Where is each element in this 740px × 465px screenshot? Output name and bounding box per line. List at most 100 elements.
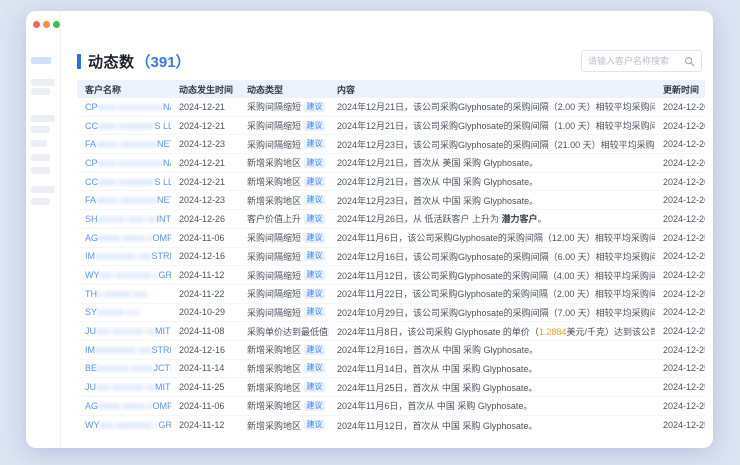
customer-name-suffix: S LLC bbox=[155, 121, 171, 131]
customer-name-link[interactable]: IMxxxxxxxxx xxxSTRIA... bbox=[77, 251, 171, 261]
sidebar-item-placeholder[interactable] bbox=[31, 186, 55, 193]
suggestion-badge[interactable]: 建议 bbox=[304, 158, 325, 168]
sidebar-item-placeholder[interactable] bbox=[31, 88, 50, 95]
table-row[interactable]: WYxxx xxxxxxxx xGRIC ...2024-11-12新增采购地区… bbox=[77, 416, 705, 435]
event-type-cell: 采购间隔缩短建议 bbox=[239, 231, 329, 244]
event-content: 2024年12月23日，首次从 中国 采购 Glyphosate。 bbox=[329, 194, 655, 207]
sidebar-item-placeholder[interactable] bbox=[31, 167, 50, 174]
sidebar-item-placeholder-active[interactable] bbox=[31, 57, 51, 64]
suggestion-badge[interactable]: 建议 bbox=[304, 121, 325, 131]
customer-name-masked: xxx xxxxxxx xx bbox=[96, 326, 155, 336]
search-input[interactable] bbox=[588, 56, 684, 66]
update-date: 2024-12-26 bbox=[655, 158, 705, 168]
update-date: 2024-12-25 bbox=[655, 289, 705, 299]
suggestion-badge[interactable]: 建议 bbox=[304, 382, 325, 392]
table-header-row: 客户名称 动态发生时间 动态类型 内容 更新时间 bbox=[77, 80, 705, 98]
table-row[interactable]: CCxxxx xxxxxxxxS LLC2024-12-21采购间隔缩短建议20… bbox=[77, 117, 705, 136]
sidebar-item-placeholder[interactable] bbox=[31, 115, 55, 122]
customer-name-link[interactable]: WYxxx xxxxxxxx xGRIC ... bbox=[77, 420, 171, 430]
suggestion-badge[interactable]: 建议 bbox=[304, 307, 325, 317]
event-content: 2024年11月12日，首次从 中国 采购 Glyphosate。 bbox=[329, 419, 655, 432]
table-row[interactable]: SYxxxxxx x.x.2024-10-29采购间隔缩短建议2024年10月2… bbox=[77, 304, 705, 323]
table-row[interactable]: AGxxxxx xxxxx xOMPA...2024-11-06采购间隔缩短建议… bbox=[77, 229, 705, 248]
search-box[interactable] bbox=[581, 50, 702, 72]
event-type-label: 采购间隔缩短 bbox=[247, 250, 301, 263]
customer-name-link[interactable]: SHxxxxxx xxxx xxINTER... bbox=[77, 214, 171, 224]
table-row[interactable]: CCxxxx xxxxxxxxS LLC2024-12-21新增采购地区建议20… bbox=[77, 173, 705, 192]
customer-name-link[interactable]: CCxxxx xxxxxxxxS LLC bbox=[77, 177, 171, 187]
suggestion-badge[interactable]: 建议 bbox=[304, 270, 325, 280]
customer-name-prefix: SY bbox=[85, 307, 97, 317]
suggestion-badge[interactable]: 建议 bbox=[304, 420, 325, 430]
table-row[interactable]: THx xxxxxx xxx2024-11-22采购间隔缩短建议2024年11月… bbox=[77, 285, 705, 304]
content-text: 2024年12月23日，首次从 中国 采购 Glyphosate。 bbox=[337, 196, 538, 206]
table-row[interactable]: IMxxxxxxxxx xxxSTRIA...2024-12-16新增采购地区建… bbox=[77, 341, 705, 360]
column-header-content: 内容 bbox=[329, 83, 655, 96]
page-title: 动态数 bbox=[88, 51, 135, 72]
table-row[interactable]: IMxxxxxxxxx xxxSTRIA...2024-12-16采购间隔缩短建… bbox=[77, 248, 705, 267]
customer-name-masked: xxxx xxxxxxxx bbox=[98, 121, 155, 131]
event-type-label: 新增采购地区 bbox=[247, 343, 301, 356]
event-date: 2024-12-21 bbox=[171, 102, 239, 112]
dynamics-table: 客户名称 动态发生时间 动态类型 内容 更新时间 CPxxxx xxxxxxxx… bbox=[77, 80, 705, 444]
event-type-cell: 新增采购地区建议 bbox=[239, 362, 329, 375]
table-row[interactable]: BExxxxxxx xxxxxJCTIO...2024-11-14新增采购地区建… bbox=[77, 360, 705, 379]
customer-name-link[interactable]: AGxxxxx xxxxx xOMPA... bbox=[77, 233, 171, 243]
suggestion-badge[interactable]: 建议 bbox=[304, 345, 325, 355]
customer-name-link[interactable]: BExxxxxxx xxxxxJCTIO... bbox=[77, 363, 171, 373]
table-row[interactable]: AGxxxxx xxxxx xOMPA...2024-11-06新增采购地区建议… bbox=[77, 397, 705, 416]
update-date: 2024-12-26 bbox=[655, 195, 705, 205]
customer-name-suffix: STRIA... bbox=[152, 345, 171, 355]
customer-name-link[interactable]: JUxxx xxxxxxx xxMITED bbox=[77, 382, 171, 392]
event-type-label: 采购间隔缩短 bbox=[247, 231, 301, 244]
sidebar-item-placeholder[interactable] bbox=[31, 126, 50, 133]
customer-name-link[interactable]: FAxxxxx xxxxxxxxNET... bbox=[77, 195, 171, 205]
event-type-label: 新增采购地区 bbox=[247, 156, 301, 169]
customer-name-link[interactable]: FAxxxxx xxxxxxxxNET... bbox=[77, 139, 171, 149]
customer-name-link[interactable]: AGxxxxx xxxxx xOMPA... bbox=[77, 401, 171, 411]
table-row[interactable]: JUxxx xxxxxxx xxMITED2024-11-25新增采购地区建议2… bbox=[77, 378, 705, 397]
search-icon[interactable] bbox=[684, 56, 695, 67]
customer-name-link[interactable]: JUxxx xxxxxxx xxMITED bbox=[77, 326, 171, 336]
customer-name-link[interactable]: CPxxxx xxxxxxxxxxNAL L... bbox=[77, 102, 171, 112]
content-text: 2024年12月21日，该公司采购Glyphosate的采购间隔（2.00 天）… bbox=[337, 102, 655, 112]
event-type-cell: 采购间隔缩短建议 bbox=[239, 306, 329, 319]
sidebar-item-placeholder[interactable] bbox=[31, 79, 55, 86]
customer-name-link[interactable]: WYxxx xxxxxxxx xGRIC ... bbox=[77, 270, 171, 280]
suggestion-badge[interactable]: 建议 bbox=[304, 195, 325, 205]
suggestion-badge[interactable]: 建议 bbox=[304, 401, 325, 411]
customer-name-link[interactable]: CPxxxx xxxxxxxxxxNAL L... bbox=[77, 158, 171, 168]
suggestion-badge[interactable]: 建议 bbox=[304, 289, 325, 299]
customer-name-link[interactable]: CCxxxx xxxxxxxxS LLC bbox=[77, 121, 171, 131]
customer-name-link[interactable]: THx xxxxxx xxx bbox=[77, 289, 171, 299]
table-row[interactable]: JUxxx xxxxxxx xxMITED2024-11-08采购单价达到最低值… bbox=[77, 322, 705, 341]
customer-name-suffix: NET... bbox=[157, 139, 171, 149]
customer-name-suffix: INTER... bbox=[157, 214, 171, 224]
suggestion-badge[interactable]: 建议 bbox=[304, 363, 325, 373]
table-row[interactable]: FAxxxxx xxxxxxxxNET...2024-12-23采购间隔缩短建议… bbox=[77, 135, 705, 154]
suggestion-badge[interactable]: 建议 bbox=[304, 233, 325, 243]
suggestion-badge[interactable]: 建议 bbox=[304, 251, 325, 261]
suggestion-badge[interactable]: 建议 bbox=[304, 177, 325, 187]
event-type-label: 采购间隔缩短 bbox=[247, 100, 301, 113]
suggestion-badge[interactable]: 建议 bbox=[304, 214, 325, 224]
customer-name-masked: xxx xxxxxxxx x bbox=[100, 270, 159, 280]
table-row[interactable]: WYxxx xxxxxxxx xGRIC ...2024-11-12采购间隔缩短… bbox=[77, 266, 705, 285]
sidebar-item-placeholder[interactable] bbox=[31, 198, 50, 205]
table-row[interactable]: SHxxxxxx xxxx xxINTER...2024-12-26客户价值上升… bbox=[77, 210, 705, 229]
customer-name-link[interactable]: SYxxxxxx x.x. bbox=[77, 307, 171, 317]
event-type-cell: 新增采购地区建议 bbox=[239, 381, 329, 394]
table-row[interactable]: FAxxxxx xxxxxxxxNET...2024-12-23新增采购地区建议… bbox=[77, 191, 705, 210]
suggestion-badge[interactable]: 建议 bbox=[304, 139, 325, 149]
event-type-cell: 采购间隔缩短建议 bbox=[239, 269, 329, 282]
table-row[interactable]: CPxxxx xxxxxxxxxxNAL L...2024-12-21 采购间隔缩… bbox=[77, 98, 705, 117]
suggestion-badge[interactable]: 建议 bbox=[304, 102, 325, 112]
event-type-cell: 新增采购地区建议 bbox=[239, 419, 329, 432]
customer-name-link[interactable]: IMxxxxxxxxx xxxSTRIA... bbox=[77, 345, 171, 355]
event-type-cell: 新增采购地区建议 bbox=[239, 399, 329, 412]
event-type-label: 新增采购地区 bbox=[247, 362, 301, 375]
sidebar-item-placeholder[interactable] bbox=[31, 140, 47, 147]
table-row[interactable]: CPxxxx xxxxxxxxxxNAL L...2024-12-21新增采购地… bbox=[77, 154, 705, 173]
sidebar-item-placeholder[interactable] bbox=[31, 154, 50, 161]
content-text: 美元/千克）达到该公司历史最低值。 bbox=[566, 327, 655, 337]
